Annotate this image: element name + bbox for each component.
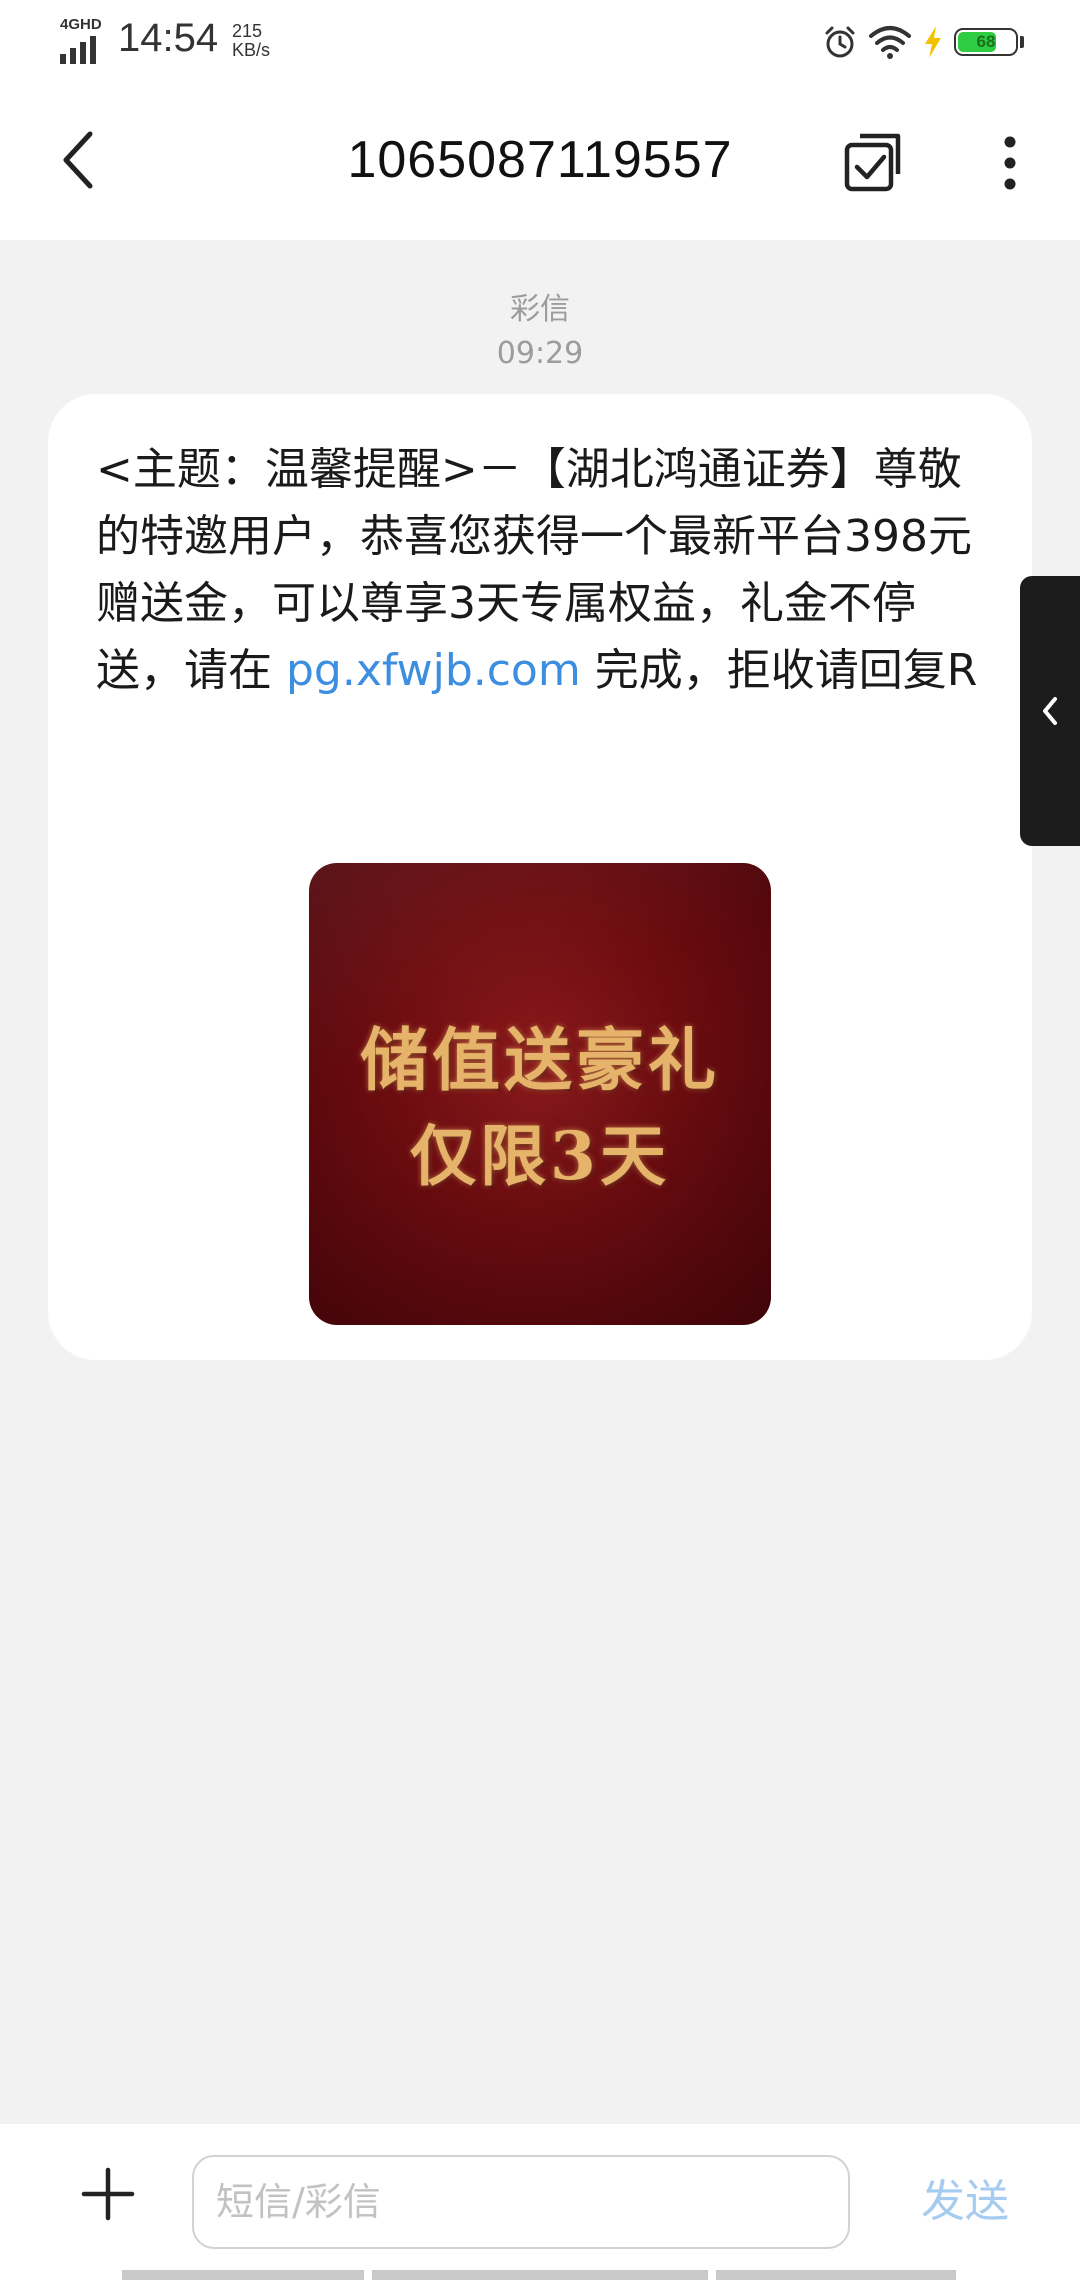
message-composer: 发送 [0, 2124, 1080, 2280]
multi-select-icon [844, 133, 901, 192]
message-time: 09:29 [496, 336, 584, 371]
bottom-indicator-bar [122, 2270, 364, 2280]
message-text: <主题：温馨提醒>－【湖北鸿通证券】尊敬的特邀用户，恭喜您获得一个最新平台398… [96, 436, 986, 704]
back-button[interactable] [42, 124, 114, 196]
conversation-header: 1065087119557 [0, 86, 1080, 240]
add-attachment-button[interactable] [68, 2154, 148, 2234]
battery-icon: 68 [954, 28, 1018, 56]
more-vertical-icon [1004, 136, 1016, 190]
send-button[interactable]: 发送 [900, 2164, 1030, 2240]
signal-icon [60, 36, 96, 64]
battery-level: 68 [976, 32, 996, 51]
bottom-indicator-bar [372, 2270, 708, 2280]
wifi-icon [869, 26, 911, 59]
message-link[interactable]: pg.xfwjb.com [286, 645, 581, 696]
bottom-indicator [0, 2268, 1080, 2280]
sender-number: 1065087119557 [347, 131, 733, 189]
more-options-button[interactable] [980, 128, 1040, 198]
chevron-left-icon [1043, 697, 1057, 725]
message-type-label: 彩信 [510, 292, 570, 327]
status-time: 14:54 [118, 16, 219, 60]
message-bubble[interactable]: <主题：温馨提醒>－【湖北鸿通证券】尊敬的特邀用户，恭喜您获得一个最新平台398… [48, 394, 1032, 1360]
plus-icon [81, 2167, 135, 2221]
mms-image[interactable]: 储值送豪礼 仅限3天 [309, 863, 771, 1325]
status-icons: 68 [822, 22, 1024, 62]
message-text-after-link: 完成，拒收请回复R [580, 645, 978, 696]
multi-select-button[interactable] [838, 128, 908, 198]
bottom-indicator-bar [716, 2270, 956, 2280]
chevron-left-icon [63, 131, 93, 189]
status-bar: 4GHD 14:54 215 KB/s 68 [0, 0, 1080, 86]
network-speed-value: 215 [232, 21, 263, 41]
side-panel-handle[interactable] [1020, 576, 1080, 846]
message-meta: 彩信 09:29 [0, 288, 1080, 376]
battery-tip [1020, 36, 1024, 48]
charging-icon [925, 26, 941, 58]
mms-image-line1: 储值送豪礼 [359, 1021, 720, 1101]
message-input[interactable] [192, 2155, 850, 2249]
alarm-icon [825, 26, 855, 58]
network-speed-unit: KB/s [232, 40, 271, 60]
mms-image-line2: 仅限3天 [410, 1117, 670, 1195]
network-speed: 215 KB/s [232, 22, 270, 60]
